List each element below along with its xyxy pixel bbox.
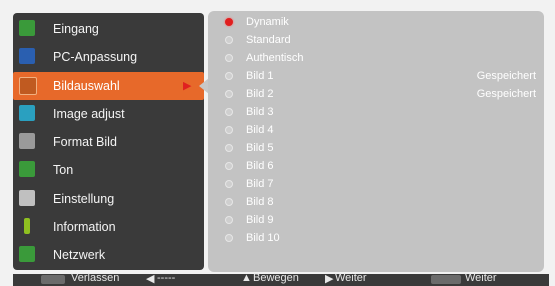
footer-next2-label: Weiter xyxy=(465,272,497,284)
menu-item-label: Ton xyxy=(53,163,74,177)
option-bild-1[interactable]: Bild 1 Gespeichert xyxy=(208,68,544,86)
footer-bar: Verlassen ◀ ----- ▲ Bewegen ▶ Weiter Wei… xyxy=(13,272,549,286)
select-key-icon xyxy=(431,275,461,284)
radio-icon xyxy=(225,72,233,80)
option-label: Bild 9 xyxy=(246,214,274,226)
radio-icon xyxy=(225,198,233,206)
menu-item-label: Einstellung xyxy=(53,192,115,206)
radio-icon xyxy=(225,126,233,134)
option-bild-10[interactable]: Bild 10 xyxy=(208,230,544,248)
radio-icon xyxy=(225,234,233,242)
info-icon xyxy=(24,218,30,234)
network-icon xyxy=(19,246,35,262)
footer-exit-label: Verlassen xyxy=(71,272,120,284)
arrow-updown-icon: ▲ xyxy=(241,272,252,284)
option-status: Gespeichert xyxy=(476,88,536,100)
option-bild-9[interactable]: Bild 9 xyxy=(208,212,544,230)
menu-item-einstellung[interactable]: Einstellung xyxy=(13,185,204,213)
option-bild-2[interactable]: Bild 2 Gespeichert xyxy=(208,86,544,104)
main-menu: Eingang PC-Anpassung Bildauswahl ▶ Image… xyxy=(13,13,204,270)
option-authentisch[interactable]: Authentisch xyxy=(208,50,544,68)
image-select-icon xyxy=(19,77,37,95)
arrow-right-icon: ▶ xyxy=(325,273,334,285)
menu-item-eingang[interactable]: Eingang xyxy=(13,15,204,43)
option-label: Bild 1 xyxy=(246,70,274,82)
chevron-right-icon: ▶ xyxy=(183,80,192,92)
monitor-icon xyxy=(19,48,35,64)
option-bild-3[interactable]: Bild 3 xyxy=(208,104,544,122)
radio-icon xyxy=(225,180,233,188)
option-label: Bild 7 xyxy=(246,178,274,190)
input-icon xyxy=(19,20,35,36)
option-bild-4[interactable]: Bild 4 xyxy=(208,122,544,140)
option-bild-6[interactable]: Bild 6 xyxy=(208,158,544,176)
footer-move-label: Bewegen xyxy=(253,272,299,284)
radio-icon xyxy=(225,216,233,224)
option-dynamik[interactable]: Dynamik xyxy=(208,14,544,32)
menu-item-label: Image adjust xyxy=(53,107,125,121)
option-label: Bild 6 xyxy=(246,160,274,172)
option-bild-5[interactable]: Bild 5 xyxy=(208,140,544,158)
radio-icon xyxy=(225,162,233,170)
option-label: Bild 8 xyxy=(246,196,274,208)
option-label: Bild 2 xyxy=(246,88,274,100)
arrow-left-icon: ◀ xyxy=(146,273,155,285)
radio-icon xyxy=(225,90,233,98)
menu-item-label: PC-Anpassung xyxy=(53,50,138,64)
radio-icon xyxy=(225,144,233,152)
radio-icon xyxy=(225,108,233,116)
menu-key-icon xyxy=(41,275,65,284)
menu-item-label: Eingang xyxy=(53,22,99,36)
option-label: Bild 4 xyxy=(246,124,274,136)
option-label: Bild 3 xyxy=(246,106,274,118)
image-mode-panel: Dynamik Standard Authentisch Bild 1 Gesp… xyxy=(208,11,544,272)
option-label: Bild 5 xyxy=(246,142,274,154)
menu-item-label: Bildauswahl xyxy=(53,79,120,93)
option-label: Dynamik xyxy=(246,16,289,28)
menu-item-pc-anpassung[interactable]: PC-Anpassung xyxy=(13,43,204,71)
menu-item-netzwerk[interactable]: Netzwerk xyxy=(13,241,204,269)
menu-item-label: Information xyxy=(53,220,116,234)
option-bild-8[interactable]: Bild 8 xyxy=(208,194,544,212)
option-standard[interactable]: Standard xyxy=(208,32,544,50)
option-label: Bild 10 xyxy=(246,232,280,244)
menu-item-image-adjust[interactable]: Image adjust xyxy=(13,100,204,128)
radio-selected-icon xyxy=(225,18,233,26)
menu-item-format-bild[interactable]: Format Bild xyxy=(13,128,204,156)
menu-item-bildauswahl[interactable]: Bildauswahl ▶ xyxy=(13,72,204,100)
screen-format-icon xyxy=(19,133,35,149)
radio-icon xyxy=(225,54,233,62)
radio-icon xyxy=(225,36,233,44)
menu-item-label: Format Bild xyxy=(53,135,117,149)
footer-next-label: Weiter xyxy=(335,272,367,284)
image-adjust-icon xyxy=(19,105,35,121)
menu-item-information[interactable]: Information xyxy=(13,213,204,241)
option-label: Standard xyxy=(246,34,291,46)
menu-item-ton[interactable]: Ton xyxy=(13,156,204,184)
tools-icon xyxy=(19,190,35,206)
footer-dash-label: ----- xyxy=(157,272,176,284)
option-bild-7[interactable]: Bild 7 xyxy=(208,176,544,194)
option-status: Gespeichert xyxy=(476,70,536,82)
menu-item-label: Netzwerk xyxy=(53,248,106,262)
option-label: Authentisch xyxy=(246,52,304,64)
speaker-icon xyxy=(19,161,35,177)
